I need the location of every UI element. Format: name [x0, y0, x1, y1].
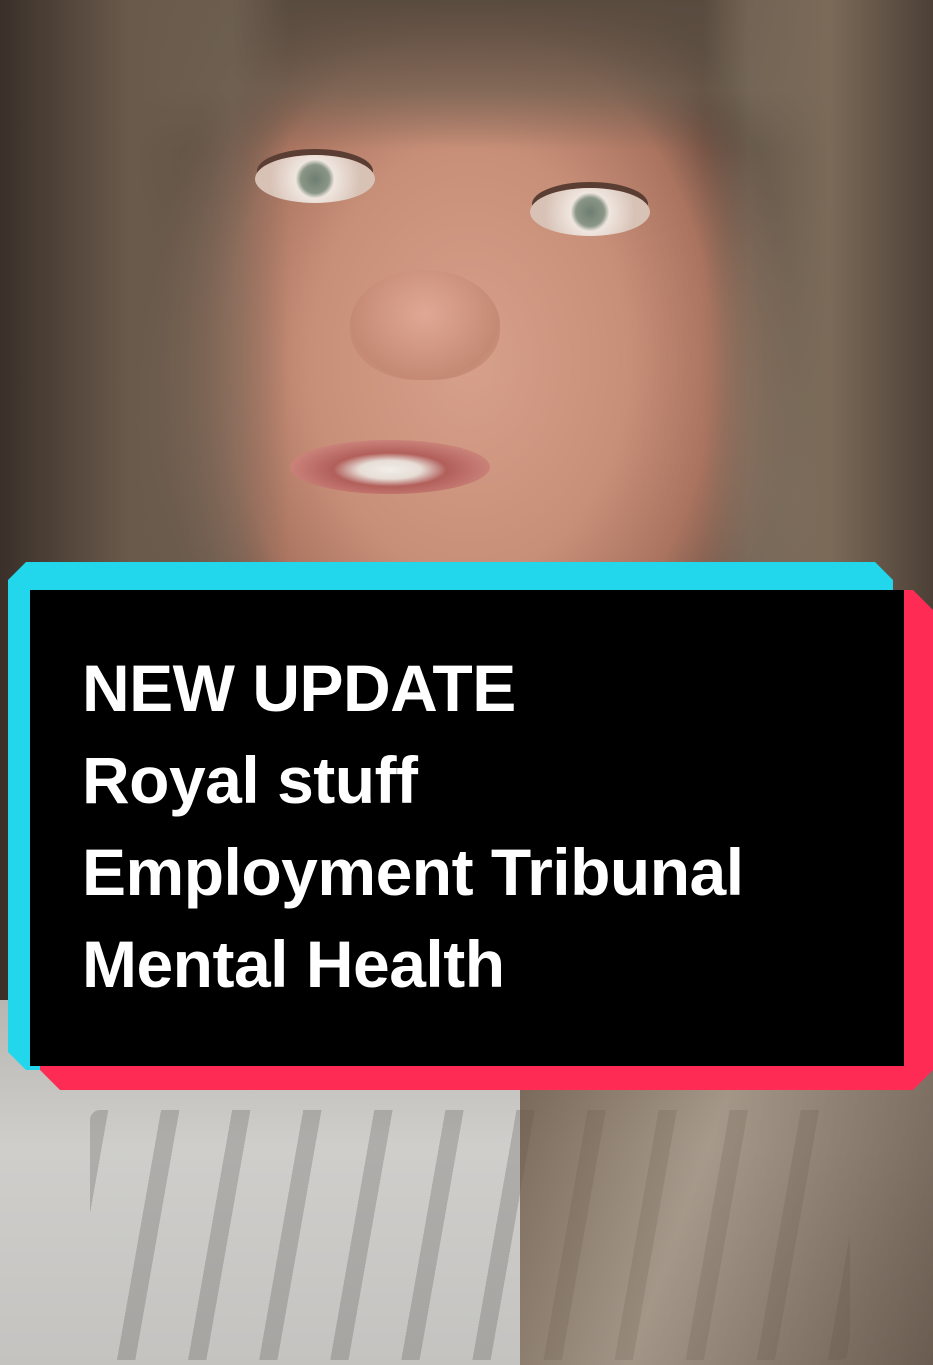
caption-line-3: Employment Tribunal: [82, 835, 744, 909]
video-frame: NEW UPDATE Royal stuff Employment Tribun…: [0, 0, 933, 1365]
caption-box: NEW UPDATE Royal stuff Employment Tribun…: [30, 590, 904, 1066]
caption-overlay: NEW UPDATE Royal stuff Employment Tribun…: [0, 0, 933, 1365]
caption-line-2: Royal stuff: [82, 743, 418, 817]
caption-line-4: Mental Health: [82, 927, 505, 1001]
caption-line-1: NEW UPDATE: [82, 651, 516, 725]
